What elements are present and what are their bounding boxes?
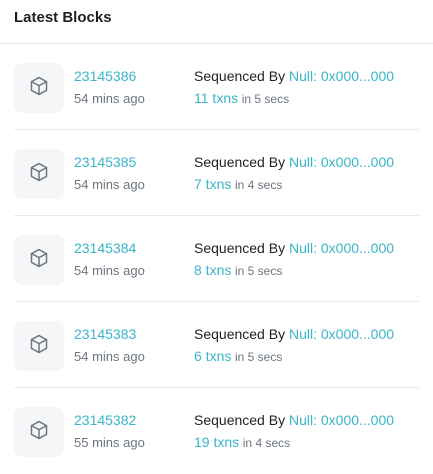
sequencer-address-link[interactable]: Null: 0x000...000 [289,68,394,84]
sequencer-line: Sequenced By Null: 0x000...000 [194,325,394,343]
latest-blocks-card: Latest Blocks 23145386 54 mins ago Seque… [0,0,433,467]
sequenced-by-label: Sequenced By [194,154,286,170]
sequenced-by-label: Sequenced By [194,240,286,256]
block-icon-box [14,235,64,285]
block-row: 23145384 54 mins ago Sequenced By Null: … [14,216,419,302]
block-icon-box [14,321,64,371]
block-duration: in 4 secs [242,436,291,450]
txn-line: 19 txns in 4 secs [194,434,290,452]
block-row: 23145382 55 mins ago Sequenced By Null: … [14,388,419,474]
block-age: 54 mins ago [74,349,145,364]
block-age: 55 mins ago [74,435,145,450]
txn-count-link[interactable]: 7 txns [194,176,231,192]
sequenced-by-label: Sequenced By [194,412,286,428]
sequencer-address-link[interactable]: Null: 0x000...000 [289,154,394,170]
txn-line: 11 txns in 5 secs [194,90,289,108]
block-age: 54 mins ago [74,91,145,106]
block-number-link[interactable]: 23145386 [74,67,136,85]
block-row: 23145386 54 mins ago Sequenced By Null: … [14,44,419,130]
txn-line: 8 txns in 5 secs [194,262,282,280]
cube-icon [28,419,50,446]
sequencer-address-link[interactable]: Null: 0x000...000 [289,240,394,256]
sequencer-line: Sequenced By Null: 0x000...000 [194,67,394,85]
block-list: 23145386 54 mins ago Sequenced By Null: … [0,44,433,474]
block-duration: in 4 secs [234,178,283,192]
txn-line: 7 txns in 4 secs [194,176,282,194]
block-icon-box [14,407,64,457]
sequenced-by-label: Sequenced By [194,68,286,84]
block-number-link[interactable]: 23145382 [74,411,136,429]
block-age: 54 mins ago [74,177,145,192]
sequencer-line: Sequenced By Null: 0x000...000 [194,411,394,429]
cube-icon [28,333,50,360]
sequencer-address-link[interactable]: Null: 0x000...000 [289,412,394,428]
sequenced-by-label: Sequenced By [194,326,286,342]
block-icon-box [14,63,64,113]
block-number-link[interactable]: 23145385 [74,153,136,171]
sequencer-address-link[interactable]: Null: 0x000...000 [289,326,394,342]
txn-count-link[interactable]: 6 txns [194,348,231,364]
block-icon-box [14,149,64,199]
sequencer-line: Sequenced By Null: 0x000...000 [194,239,394,257]
block-row: 23145385 54 mins ago Sequenced By Null: … [14,130,419,216]
block-age: 54 mins ago [74,263,145,278]
block-number-link[interactable]: 23145383 [74,325,136,343]
txn-line: 6 txns in 5 secs [194,348,282,366]
card-header: Latest Blocks [0,0,433,44]
block-row: 23145383 54 mins ago Sequenced By Null: … [14,302,419,388]
card-title: Latest Blocks [14,9,112,26]
txn-count-link[interactable]: 11 txns [194,90,238,106]
cube-icon [28,75,50,102]
block-number-link[interactable]: 23145384 [74,239,136,257]
block-duration: in 5 secs [234,264,283,278]
txn-count-link[interactable]: 8 txns [194,262,231,278]
sequencer-line: Sequenced By Null: 0x000...000 [194,153,394,171]
cube-icon [28,247,50,274]
block-duration: in 5 secs [234,350,283,364]
block-duration: in 5 secs [241,92,290,106]
txn-count-link[interactable]: 19 txns [194,434,239,450]
cube-icon [28,161,50,188]
